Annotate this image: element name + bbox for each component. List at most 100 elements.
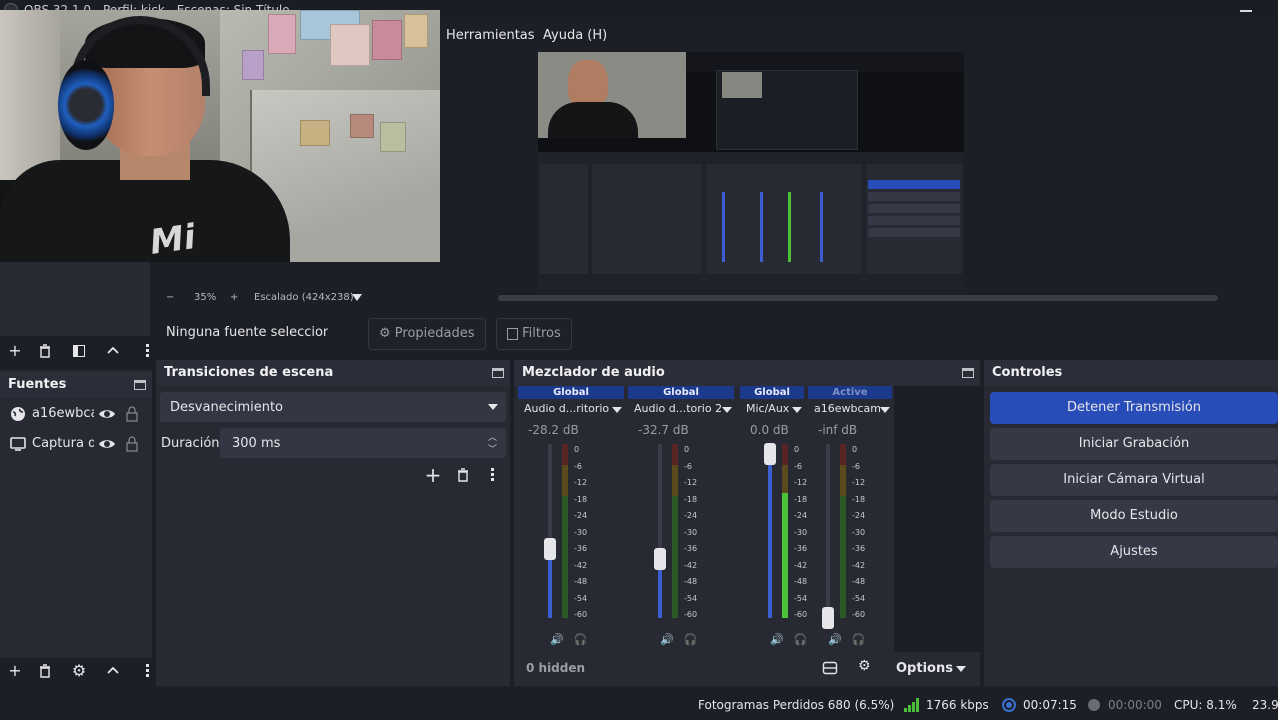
chevron-down-icon[interactable]: [792, 407, 802, 413]
lock-icon[interactable]: [126, 406, 138, 422]
source-settings-button[interactable]: ⚙: [68, 660, 90, 682]
options-label[interactable]: Options: [896, 661, 953, 676]
zoom-out-button[interactable]: −: [166, 292, 174, 303]
speaker-icon[interactable]: 🔊: [660, 633, 674, 646]
preview-scrollbar[interactable]: [498, 295, 1218, 301]
channel-db: -28.2 dB: [528, 423, 579, 437]
layout-icon[interactable]: [822, 660, 838, 676]
channel-name[interactable]: Mic/Aux: [746, 402, 789, 415]
trash-icon: [458, 468, 468, 482]
move-source-up-button[interactable]: [102, 660, 124, 682]
scale-dropdown-icon[interactable]: [352, 294, 362, 301]
transition-select[interactable]: Desvanecimiento: [160, 392, 506, 422]
remove-source-button[interactable]: [34, 660, 56, 682]
chevron-down-icon: [956, 666, 966, 672]
filters-button[interactable]: Filtros: [496, 318, 572, 350]
mixer-footer: 0 hidden ⚙ Options: [514, 652, 980, 686]
settings-button[interactable]: Ajustes: [990, 536, 1278, 568]
remove-transition-button[interactable]: [452, 464, 474, 486]
volume-slider[interactable]: [822, 444, 834, 629]
mixer-channel: Active a16ewbcam -inf dB 0 -6 -12 -18 -24 -30 -36…: [806, 386, 892, 652]
scale-tick: -12: [684, 478, 698, 487]
channel-icons: 🔊 🎧: [550, 632, 587, 646]
volume-knob[interactable]: [822, 607, 834, 629]
transition-selected: Desvanecimiento: [170, 400, 284, 415]
volume-fill: [768, 454, 772, 618]
eye-icon[interactable]: [98, 437, 116, 451]
source-item[interactable]: Captura de pantalla: [0, 430, 150, 458]
lock-icon[interactable]: [126, 436, 138, 452]
dock-float-icon[interactable]: [492, 368, 504, 378]
volume-knob[interactable]: [544, 538, 556, 560]
headphones-icon[interactable]: 🎧: [574, 633, 588, 646]
add-transition-button[interactable]: +: [422, 464, 444, 486]
headphones-icon[interactable]: 🎧: [684, 633, 698, 646]
scene-more-icon[interactable]: [146, 344, 149, 358]
scale-tick: -36: [574, 544, 588, 553]
program-preview[interactable]: [538, 52, 964, 290]
duration-spinbox[interactable]: 300 ms ︿ ﹀: [220, 428, 506, 458]
webcam-source[interactable]: Mi: [0, 10, 440, 262]
channel-badge: Global: [628, 386, 734, 399]
hidden-count[interactable]: 0 hidden: [526, 661, 585, 675]
sources-toolbar: + ⚙: [0, 658, 152, 686]
scene-filters-button[interactable]: [68, 340, 90, 362]
eye-icon[interactable]: [98, 407, 116, 421]
headphones-icon[interactable]: 🎧: [852, 633, 866, 646]
volume-knob[interactable]: [764, 443, 776, 465]
source-label: a16ewbcam: [32, 406, 94, 421]
add-scene-button[interactable]: +: [4, 340, 26, 362]
scale-tick: -12: [852, 478, 866, 487]
scale-tick: -24: [684, 511, 698, 520]
no-source-selected-label: Ninguna fuente seleccionada: [166, 325, 328, 340]
meter-zone: [562, 496, 568, 618]
channel-name[interactable]: Audio d...torio 2: [634, 402, 722, 415]
dock-float-icon[interactable]: [134, 380, 146, 390]
scale-tick: -36: [684, 544, 698, 553]
speaker-icon[interactable]: 🔊: [828, 633, 842, 646]
minimize-icon[interactable]: [1240, 2, 1254, 16]
channel-icons: 🔊 🎧: [828, 632, 865, 646]
spin-down-icon[interactable]: ﹀: [488, 442, 497, 455]
stop-streaming-button[interactable]: Detener Transmisión: [990, 392, 1278, 424]
mixer-channel: Global Audio d...torio 2 -32.7 dB 0 -6 -12 -18…: [626, 386, 734, 652]
chevron-down-icon[interactable]: [612, 407, 622, 413]
scale-tick: -60: [852, 610, 866, 619]
move-scene-up-button[interactable]: [102, 340, 124, 362]
source-more-icon[interactable]: [146, 664, 149, 678]
meter-zone: [840, 444, 846, 465]
recording-icon: [1088, 699, 1100, 711]
menu-ayuda[interactable]: Ayuda (H): [543, 28, 607, 43]
channel-name[interactable]: a16ewbcam: [814, 402, 881, 415]
start-virtual-camera-button[interactable]: Iniciar Cámara Virtual: [990, 464, 1278, 496]
advanced-audio-icon[interactable]: ⚙: [858, 658, 871, 674]
zoom-in-button[interactable]: +: [230, 292, 238, 303]
channel-name[interactable]: Audio d...ritorio: [524, 402, 609, 415]
chevron-down-icon[interactable]: [880, 407, 890, 413]
start-recording-button[interactable]: Iniciar Grabación: [990, 428, 1278, 460]
volume-slider[interactable]: [764, 443, 776, 618]
scale-tick: -60: [684, 610, 698, 619]
dock-float-icon[interactable]: [962, 368, 974, 378]
volume-slider[interactable]: [654, 444, 666, 618]
scale-tick: -24: [852, 511, 866, 520]
filters-label: Filtros: [522, 326, 561, 341]
chevron-up-icon: [107, 346, 119, 354]
properties-button[interactable]: ⚙ Propiedades: [368, 318, 486, 350]
speaker-icon[interactable]: 🔊: [770, 633, 784, 646]
scenes-list[interactable]: [0, 262, 150, 336]
speaker-icon[interactable]: 🔊: [550, 633, 564, 646]
scale-tick: -48: [574, 577, 588, 586]
scale-tick: 0: [574, 445, 580, 454]
streaming-icon: [1002, 698, 1016, 712]
studio-mode-button[interactable]: Modo Estudio: [990, 500, 1278, 532]
chevron-down-icon[interactable]: [722, 407, 732, 413]
add-source-button[interactable]: +: [4, 660, 26, 682]
volume-knob[interactable]: [654, 548, 666, 570]
menu-herramientas[interactable]: Herramientas: [446, 28, 535, 43]
transition-more-icon[interactable]: [491, 468, 494, 482]
volume-slider[interactable]: [544, 444, 556, 618]
source-item[interactable]: a16ewbcam: [0, 400, 150, 428]
level-meter: [672, 444, 678, 618]
remove-scene-button[interactable]: [34, 340, 56, 362]
